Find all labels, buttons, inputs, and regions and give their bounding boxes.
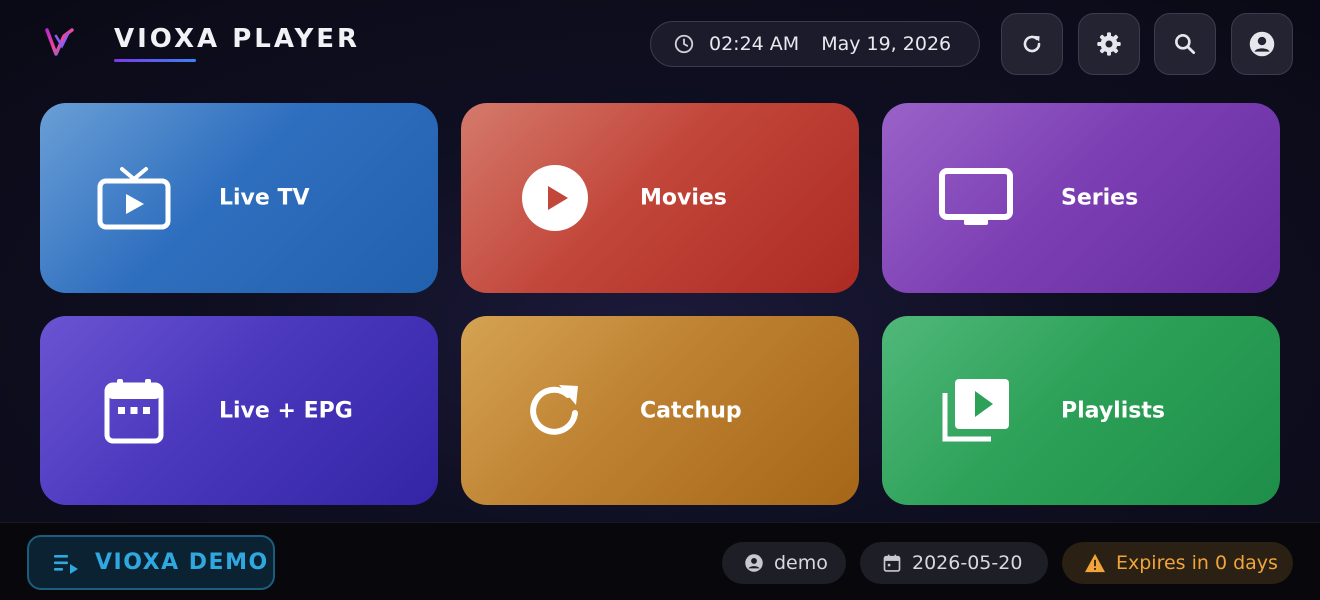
active-playlist-button[interactable]: VIOXA DEMO bbox=[27, 535, 275, 590]
tile-live-epg[interactable]: Live + EPG bbox=[40, 316, 438, 505]
gear-icon bbox=[1097, 32, 1121, 56]
user-chip: demo bbox=[722, 542, 846, 584]
playlist-queue-icon bbox=[54, 554, 78, 574]
expiry-notice: Expires in 0 days bbox=[1116, 552, 1278, 574]
clock-time: 02:24 AM bbox=[709, 33, 800, 55]
playlist-icon bbox=[942, 378, 1009, 441]
calendar-icon bbox=[883, 554, 901, 572]
account-icon bbox=[1249, 31, 1275, 57]
tile-catchup[interactable]: Catchup bbox=[461, 316, 859, 505]
app-logo-icon bbox=[45, 28, 74, 56]
username: demo bbox=[774, 552, 828, 574]
tile-series[interactable]: Series bbox=[882, 103, 1280, 293]
search-button[interactable] bbox=[1154, 13, 1216, 75]
expiry-date-chip: 2026-05-20 bbox=[860, 542, 1048, 584]
tile-label: Movies bbox=[640, 185, 727, 211]
expiry-warning-badge: Expires in 0 days bbox=[1062, 542, 1293, 584]
active-playlist-name: VIOXA DEMO bbox=[95, 550, 269, 575]
status-bar: VIOXA DEMO demo 2026-05-20 Expires in 0 … bbox=[0, 522, 1320, 600]
search-icon bbox=[1175, 34, 1196, 55]
title-underline bbox=[114, 59, 196, 62]
settings-button[interactable] bbox=[1078, 13, 1140, 75]
top-bar: VIOXA PLAYER 02:24 AM May 19, 2026 bbox=[0, 0, 1320, 88]
warning-icon bbox=[1085, 553, 1105, 573]
tile-movies[interactable]: Movies bbox=[461, 103, 859, 293]
tile-live-tv[interactable]: Live TV bbox=[40, 103, 438, 293]
refresh-icon bbox=[530, 384, 578, 435]
clock-date: May 19, 2026 bbox=[821, 33, 952, 55]
tile-label: Playlists bbox=[1061, 398, 1165, 423]
expiry-date: 2026-05-20 bbox=[912, 552, 1023, 574]
account-button[interactable] bbox=[1231, 13, 1293, 75]
calendar-icon bbox=[104, 378, 164, 443]
refresh-icon bbox=[1023, 35, 1041, 53]
tile-label: Series bbox=[1061, 185, 1139, 211]
tile-label: Live + EPG bbox=[219, 398, 353, 423]
refresh-button[interactable] bbox=[1001, 13, 1063, 75]
play-circle-icon bbox=[522, 165, 588, 231]
tile-playlists[interactable]: Playlists bbox=[882, 316, 1280, 505]
monitor-icon bbox=[939, 168, 1013, 225]
clock-icon bbox=[674, 34, 694, 54]
app-title: VIOXA PLAYER bbox=[114, 24, 361, 54]
tile-label: Catchup bbox=[640, 398, 742, 423]
user-icon bbox=[745, 554, 763, 572]
tv-icon bbox=[97, 167, 171, 230]
tile-label: Live TV bbox=[219, 185, 310, 211]
clock-display: 02:24 AM May 19, 2026 bbox=[650, 21, 980, 67]
